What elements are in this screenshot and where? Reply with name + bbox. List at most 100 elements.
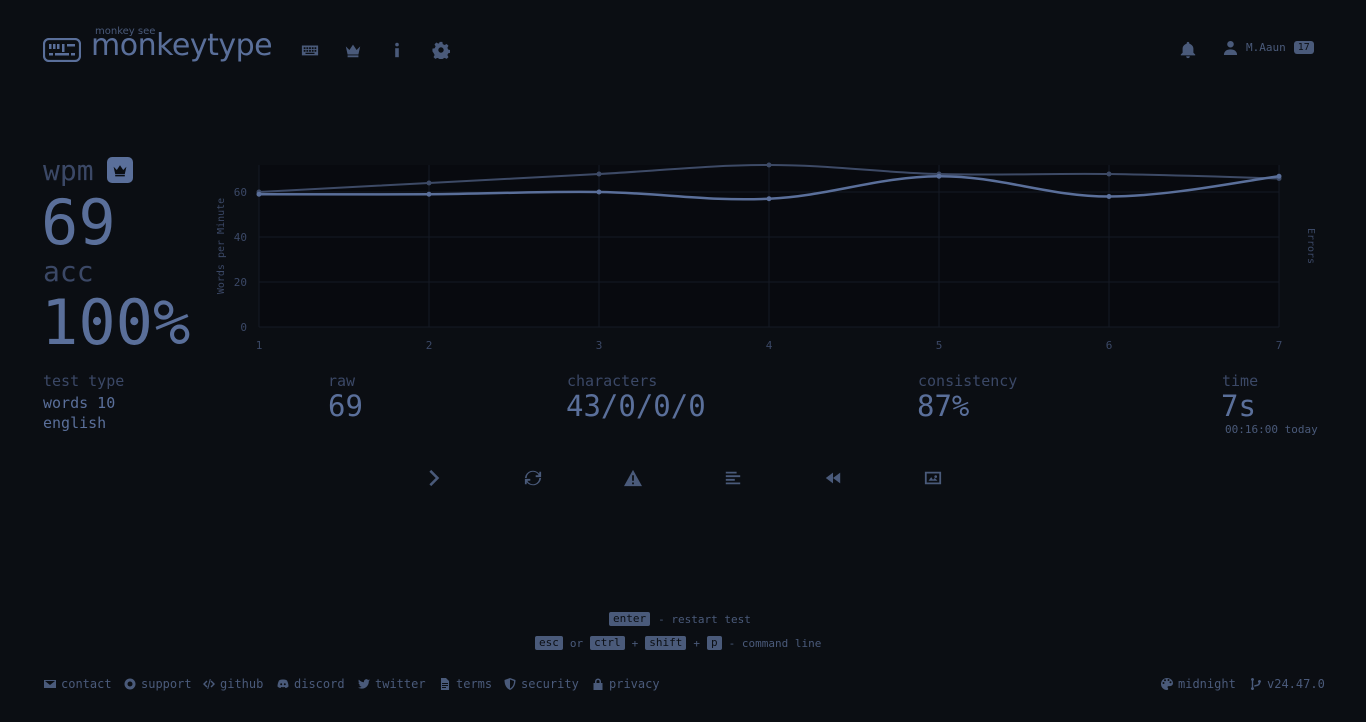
code-icon <box>203 679 215 689</box>
footer-discord-link[interactable]: discord <box>277 677 345 691</box>
chart-y-axis-title: Words per Minute <box>216 198 227 294</box>
code-branch-icon <box>1251 678 1261 690</box>
replay-button[interactable] <box>821 466 845 490</box>
footer-discord-label: discord <box>294 677 345 691</box>
chart-y-tick-label: 0 <box>240 321 247 334</box>
raw-label: raw <box>328 372 356 390</box>
test-type-language: english <box>43 414 107 432</box>
chart-data-point <box>936 173 942 179</box>
shift-key: shift <box>645 636 687 650</box>
footer-security-label: security <box>521 677 579 691</box>
username: M.Aaun <box>1246 41 1286 54</box>
wpm-label: wpm <box>43 154 94 187</box>
characters-value: 43/0/0/0 <box>566 389 706 423</box>
wpm-value: 69 <box>41 186 116 259</box>
test-type-mode: words 10 <box>43 394 116 412</box>
footer-contact-label: contact <box>61 677 112 691</box>
ctrl-key: ctrl <box>590 636 625 650</box>
footer-privacy-label: privacy <box>609 677 660 691</box>
chart-x-tick-label: 3 <box>596 339 603 352</box>
chart-x-tick-label: 7 <box>1276 339 1283 352</box>
esc-key: esc <box>535 636 563 650</box>
footer-twitter-link[interactable]: twitter <box>358 677 426 691</box>
footer-twitter-label: twitter <box>375 677 426 691</box>
p-key: p <box>707 636 722 650</box>
characters-label: characters <box>567 372 658 390</box>
image-icon <box>924 471 942 485</box>
twitter-icon <box>358 679 370 689</box>
consistency-label: consistency <box>918 372 1018 390</box>
wpm-chart[interactable]: 0 20 40 60 1 2 3 4 5 6 7 Words per Minute Errors <box>200 155 1330 355</box>
chart-data-point <box>426 180 432 186</box>
footer-github-link[interactable]: github <box>203 677 263 691</box>
logo-text[interactable]: monkeytype <box>91 28 273 63</box>
footer-contact-link[interactable]: contact <box>44 677 112 691</box>
chart-data-point <box>596 171 602 177</box>
user-icon <box>1223 40 1238 55</box>
screenshot-button[interactable] <box>921 466 945 490</box>
personal-best-crown-icon <box>107 157 133 183</box>
envelope-icon <box>44 680 56 688</box>
command-line-hint: esc or ctrl + shift + p - command line <box>535 636 821 650</box>
restart-hint-text: - restart test <box>658 612 751 626</box>
plus-sign: + <box>631 636 639 650</box>
chart-x-tick-label: 1 <box>256 339 263 352</box>
words-history-button[interactable] <box>721 466 745 490</box>
acc-value: 100% <box>41 286 191 359</box>
footer-security-link[interactable]: security <box>504 677 579 691</box>
chart-data-point <box>766 196 772 202</box>
next-test-button[interactable] <box>421 466 445 490</box>
chart-y-tick-label: 20 <box>234 276 247 289</box>
restart-button[interactable] <box>521 466 545 490</box>
test-type-label: test type <box>43 372 125 390</box>
chart-data-point <box>1276 173 1282 179</box>
enter-key: enter <box>609 612 651 626</box>
footer-github-label: github <box>220 677 264 691</box>
shield-icon <box>504 678 516 690</box>
footer-version-label: v24.47.0 <box>1267 677 1325 691</box>
footer-terms-label: terms <box>456 677 493 691</box>
level-badge: 17 <box>1293 41 1314 54</box>
palette-icon <box>1161 678 1173 690</box>
or-text: or <box>569 636 584 650</box>
chart-data-point <box>766 162 772 168</box>
donate-icon <box>124 678 136 690</box>
chart-data-point <box>426 191 432 197</box>
time-value: 7s <box>1221 389 1256 423</box>
acc-label: acc <box>43 255 94 288</box>
footer-terms-link[interactable]: terms <box>439 677 492 691</box>
chevron-right-icon <box>429 469 440 487</box>
chart-x-tick-label: 5 <box>936 339 943 352</box>
footer-version-link[interactable]: v24.47.0 <box>1250 677 1325 691</box>
bell-icon[interactable] <box>1178 40 1198 60</box>
chart-x-tick-label: 4 <box>766 339 773 352</box>
lock-icon <box>593 678 603 690</box>
report-button[interactable] <box>621 466 645 490</box>
chart-y-tick-label: 60 <box>234 186 247 199</box>
footer-support-link[interactable]: support <box>124 677 192 691</box>
chart-data-point <box>256 191 262 197</box>
chart-y2-axis-title: Errors <box>1305 228 1316 264</box>
chart-data-point <box>596 189 602 195</box>
backward-icon <box>825 472 841 484</box>
footer-theme-button[interactable]: midnight <box>1161 677 1236 691</box>
chart-y-tick-label: 40 <box>234 231 247 244</box>
info-icon[interactable] <box>387 40 407 60</box>
consistency-value: 87% <box>917 389 970 423</box>
chart-data-point <box>1106 171 1112 177</box>
footer-privacy-link[interactable]: privacy <box>592 677 660 691</box>
user-account[interactable]: M.Aaun 17 <box>1223 40 1314 55</box>
crown-icon[interactable] <box>343 40 363 60</box>
time-label: time <box>1222 372 1259 390</box>
time-timestamp: 00:16:00 today <box>1225 423 1318 436</box>
file-icon <box>441 678 449 690</box>
gear-icon[interactable] <box>431 40 451 60</box>
discord-icon <box>277 679 289 688</box>
keyboard-icon[interactable] <box>300 40 320 60</box>
logo-icon[interactable] <box>43 38 81 62</box>
restart-hint: enter - restart test <box>609 612 751 626</box>
refresh-icon <box>524 470 542 486</box>
warning-icon <box>624 469 642 487</box>
plus-sign: + <box>693 636 700 650</box>
chart-data-point <box>1106 194 1112 199</box>
